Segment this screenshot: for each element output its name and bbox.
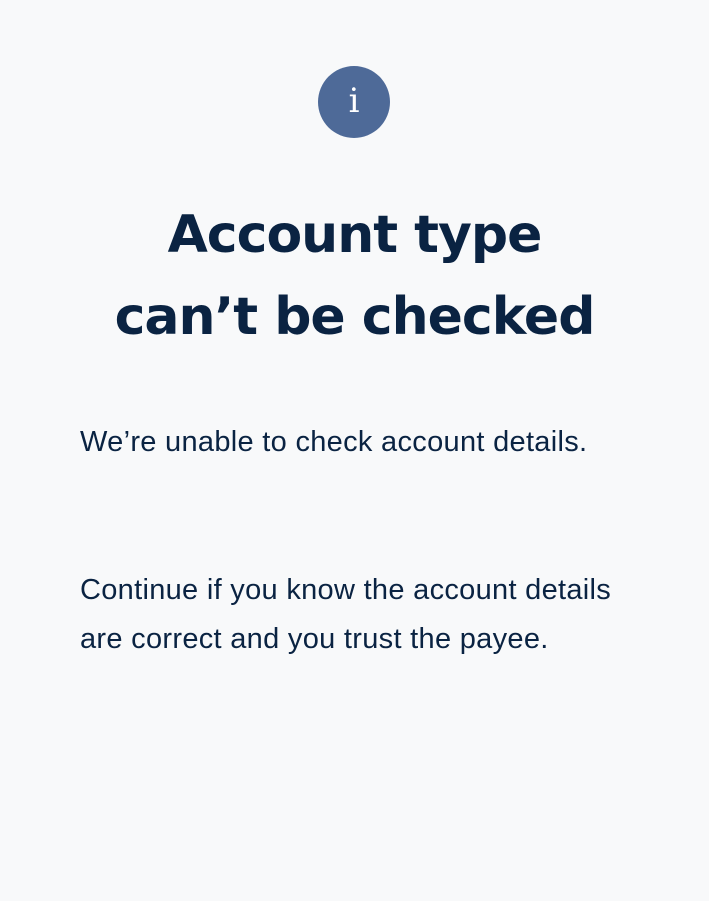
- page-title-line-1: Account type: [167, 205, 543, 265]
- info-icon: i: [318, 66, 390, 138]
- info-icon-glyph: i: [348, 81, 360, 121]
- message-paragraph-1: We’re unable to check account details.: [80, 426, 588, 458]
- page-title: Account type can’t be checked: [40, 194, 669, 358]
- account-check-screen: i Account type can’t be checked We’re un…: [0, 0, 709, 901]
- page-title-line-2: can’t be checked: [114, 287, 596, 347]
- message-paragraph-2: Continue if you know the account details…: [80, 574, 612, 655]
